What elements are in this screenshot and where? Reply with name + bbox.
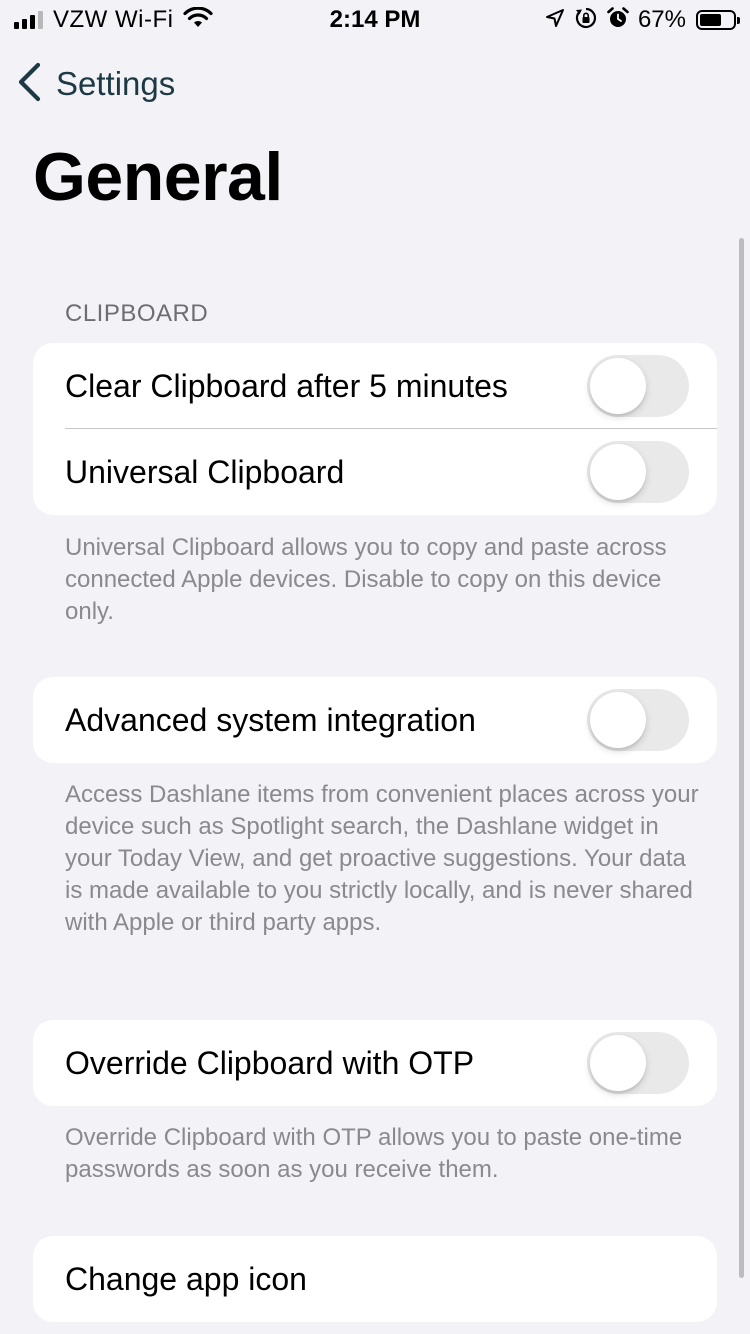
- override-otp-toggle[interactable]: [587, 1032, 689, 1094]
- chevron-left-icon: [16, 62, 42, 107]
- battery-icon: [696, 10, 740, 30]
- toggle-knob: [590, 358, 646, 414]
- page-title: General: [33, 139, 283, 215]
- battery-fill: [700, 14, 722, 26]
- otp-footer: Override Clipboard with OTP allows you t…: [65, 1124, 683, 1183]
- change-app-icon-row[interactable]: Change app icon: [33, 1236, 717, 1322]
- scroll-indicator[interactable]: [739, 238, 744, 1278]
- section-header-clipboard: CLIPBOARD: [65, 300, 209, 327]
- row-label: Change app icon: [65, 1260, 307, 1297]
- row-clear-clipboard: Clear Clipboard after 5 minutes: [33, 343, 717, 429]
- row-label: Advanced system integration: [65, 701, 476, 738]
- row-override-otp: Override Clipboard with OTP: [33, 1020, 717, 1106]
- alarm-icon: [606, 6, 630, 35]
- status-bar: VZW Wi-Fi 2:14 PM 67%: [0, 0, 750, 40]
- back-button-label: Settings: [56, 65, 176, 102]
- row-label: Override Clipboard with OTP: [65, 1044, 475, 1081]
- clipboard-footer: Universal Clipboard allows you to copy a…: [65, 534, 667, 625]
- app-icon-group: Change app icon: [33, 1236, 717, 1322]
- row-label: Clear Clipboard after 5 minutes: [65, 367, 508, 404]
- advanced-integration-toggle[interactable]: [587, 689, 689, 751]
- back-button[interactable]: Settings: [16, 62, 175, 106]
- row-universal-clipboard: Universal Clipboard: [33, 429, 717, 515]
- integration-group: Advanced system integration: [33, 677, 717, 763]
- battery-percent: 67%: [637, 6, 686, 33]
- integration-footer: Access Dashlane items from convenient pl…: [65, 781, 699, 936]
- row-label: Universal Clipboard: [65, 453, 345, 490]
- toggle-knob: [590, 692, 646, 748]
- toggle-knob: [590, 444, 646, 500]
- row-advanced-integration: Advanced system integration: [33, 677, 717, 763]
- clear-clipboard-toggle[interactable]: [587, 355, 689, 417]
- location-icon: [544, 7, 566, 34]
- orientation-lock-icon: [574, 6, 598, 35]
- clipboard-group: Clear Clipboard after 5 minutes Universa…: [33, 343, 717, 515]
- universal-clipboard-toggle[interactable]: [587, 441, 689, 503]
- status-right: 67%: [544, 6, 740, 35]
- otp-group: Override Clipboard with OTP: [33, 1020, 717, 1106]
- toggle-knob: [590, 1035, 646, 1091]
